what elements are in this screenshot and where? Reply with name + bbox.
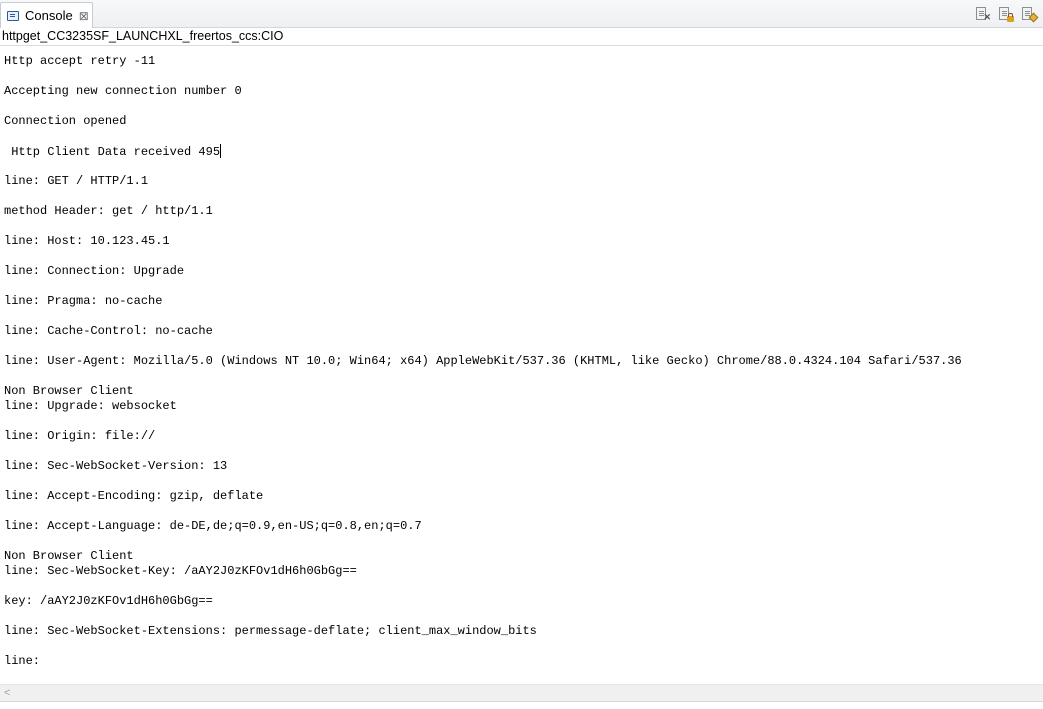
- console-line: line: Host: 10.123.45.1: [4, 234, 170, 249]
- text-caret: [220, 144, 222, 158]
- console-line: line: Sec-WebSocket-Extensions: permessa…: [4, 624, 537, 639]
- console-line: line:: [4, 654, 40, 669]
- console-line: line: Pragma: no-cache: [4, 294, 162, 309]
- console-line-text: line:: [4, 654, 41, 668]
- scroll-lock-button[interactable]: [998, 6, 1014, 22]
- console-line: Connection opened: [4, 114, 126, 129]
- console-line-text: Http Client Data received 495: [4, 145, 221, 159]
- console-toolbar: ✕: [975, 6, 1039, 23]
- console-output[interactable]: Http accept retry -11 Accepting new conne…: [4, 54, 1039, 684]
- scroll-left-arrow-icon[interactable]: <: [4, 687, 10, 699]
- console-line: line: Upgrade: websocket: [4, 399, 177, 414]
- clear-console-button[interactable]: ✕: [975, 6, 991, 22]
- console-line: key: /aAY2J0zKFOv1dH6h0GbGg==: [4, 594, 213, 609]
- view-tab-bar: Console ⊠ ✕: [0, 0, 1043, 28]
- console-session-title: httpget_CC3235SF_LAUNCHXL_freertos_ccs:C…: [2, 29, 284, 43]
- pin-console-button[interactable]: [1021, 6, 1039, 23]
- console-line-text: Non Browser Client: [4, 549, 134, 563]
- console-line-text: line: User-Agent: Mozilla/5.0 (Windows N…: [4, 354, 962, 368]
- console-line-text: line: Upgrade: websocket: [4, 399, 177, 413]
- console-line: Accepting new connection number 0: [4, 84, 242, 99]
- divider: [0, 701, 1043, 709]
- console-line: method Header: get / http/1.1: [4, 204, 213, 219]
- console-line: line: Connection: Upgrade: [4, 264, 184, 279]
- console-line-text: line: Accept-Language: de-DE,de;q=0.9,en…: [4, 519, 422, 533]
- console-line: line: User-Agent: Mozilla/5.0 (Windows N…: [4, 354, 962, 369]
- console-line-text: line: Sec-WebSocket-Key: /aAY2J0zKFOv1dH…: [4, 564, 357, 578]
- console-line-text: Http accept retry -11: [4, 54, 156, 68]
- console-line: line: Accept-Encoding: gzip, deflate: [4, 489, 263, 504]
- console-line-text: Connection opened: [4, 114, 127, 128]
- horizontal-scrollbar[interactable]: <: [0, 684, 1043, 701]
- console-line: Http accept retry -11: [4, 54, 155, 69]
- console-view: Console ⊠ ✕ httpget_CC3235SF_LAUNCHXL_fr…: [0, 0, 1043, 709]
- console-icon: [7, 10, 19, 21]
- console-line: line: Sec-WebSocket-Version: 13: [4, 459, 227, 474]
- console-line: Non Browser Client: [4, 549, 134, 564]
- console-line-text: line: GET / HTTP/1.1: [4, 174, 149, 188]
- console-line-text: Accepting new connection number 0: [4, 84, 242, 98]
- console-line: line: Cache-Control: no-cache: [4, 324, 213, 339]
- console-line-text: key: /aAY2J0zKFOv1dH6h0GbGg==: [4, 594, 213, 608]
- console-line-text: line: Origin: file://: [4, 429, 156, 443]
- console-line-text: Non Browser Client: [4, 384, 134, 398]
- console-line: Http Client Data received 495: [4, 144, 222, 160]
- console-line: line: Sec-WebSocket-Key: /aAY2J0zKFOv1dH…: [4, 564, 357, 579]
- close-icon[interactable]: ⊠: [79, 10, 89, 22]
- console-line-text: line: Host: 10.123.45.1: [4, 234, 170, 248]
- console-line-text: line: Pragma: no-cache: [4, 294, 163, 308]
- console-line-text: method Header: get / http/1.1: [4, 204, 213, 218]
- console-line: Non Browser Client: [4, 384, 134, 399]
- console-line: line: GET / HTTP/1.1: [4, 174, 148, 189]
- tab-console-label: Console: [25, 8, 73, 23]
- console-line-text: line: Sec-WebSocket-Version: 13: [4, 459, 228, 473]
- console-line-text: line: Cache-Control: no-cache: [4, 324, 213, 338]
- console-line: line: Accept-Language: de-DE,de;q=0.9,en…: [4, 519, 422, 534]
- divider: [0, 45, 1043, 46]
- tab-console[interactable]: Console ⊠: [0, 2, 93, 28]
- console-line-text: line: Sec-WebSocket-Extensions: permessa…: [4, 624, 537, 638]
- console-line: line: Origin: file://: [4, 429, 155, 444]
- console-line-text: line: Accept-Encoding: gzip, deflate: [4, 489, 264, 503]
- console-line-text: line: Connection: Upgrade: [4, 264, 185, 278]
